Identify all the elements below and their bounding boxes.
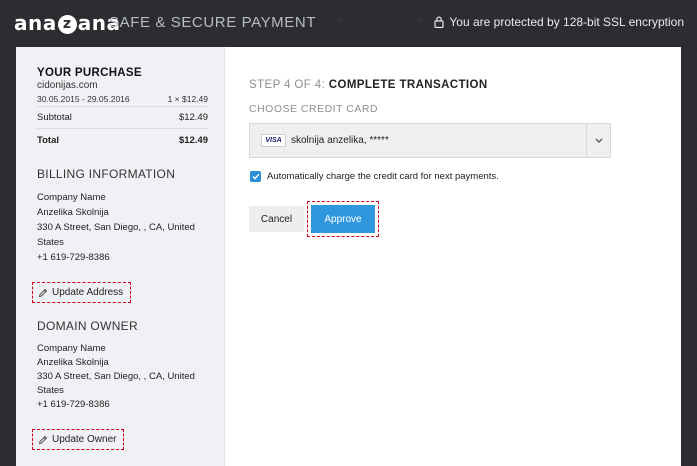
pencil-icon [38, 288, 48, 297]
purchase-title: YOUR PURCHASE [37, 67, 142, 79]
approve-button[interactable]: Approve [311, 205, 375, 233]
step-heading: STEP 4 OF 4: COMPLETE TRANSACTION [249, 79, 488, 91]
subtotal-row: Subtotal $12.49 [37, 107, 208, 129]
step-title: COMPLETE TRANSACTION [328, 79, 488, 91]
credit-card-select[interactable]: VISA skolnija anzelika, ***** [249, 123, 611, 158]
owner-title: DOMAIN OWNER [37, 319, 138, 333]
ssl-notice: You are protected by 128-bit SSL encrypt… [434, 15, 684, 29]
update-address-label: Update Address [52, 287, 124, 298]
logo: ana z ana [14, 11, 121, 35]
total-value: $12.49 [178, 134, 208, 146]
owner-address: 330 A Street, San Diego, , CA, United St… [37, 371, 195, 396]
pencil-icon [38, 435, 48, 444]
subtotal-label: Subtotal [37, 112, 72, 123]
total-label: Total [37, 134, 59, 146]
step-prefix: STEP 4 OF 4: [249, 79, 326, 91]
chevron-down-icon[interactable] [586, 124, 610, 157]
cancel-button[interactable]: Cancel [249, 206, 304, 232]
checkout-card: YOUR PURCHASE cidonijas.com 30.05.2015 -… [16, 47, 681, 466]
purchase-qty-price: 1 × $12.49 [167, 93, 208, 104]
credit-card-value: skolnija anzelika, ***** [291, 135, 389, 146]
billing-title: BILLING INFORMATION [37, 167, 176, 181]
billing-company: Company Name [37, 192, 106, 203]
lock-icon [434, 16, 444, 28]
top-bar: ana z ana SAFE & SECURE PAYMENT You are pr… [0, 0, 697, 46]
owner-phone: +1 619-729-8386 [37, 399, 110, 410]
billing-phone: +1 619-729-8386 [37, 252, 110, 263]
tagline: SAFE & SECURE PAYMENT [109, 14, 317, 31]
owner-address-block: Company Name Anzelika Skolnija 330 A Str… [37, 342, 208, 412]
billing-address-block: Company Name Anzelika Skolnija 330 A Str… [37, 190, 208, 265]
checkmark-icon [251, 173, 260, 180]
choose-card-label: CHOOSE CREDIT CARD [249, 103, 378, 115]
owner-company: Company Name [37, 343, 106, 354]
ssl-text: You are protected by 128-bit SSL encrypt… [449, 15, 684, 29]
update-owner-label: Update Owner [52, 434, 117, 445]
summary-sidebar: YOUR PURCHASE cidonijas.com 30.05.2015 -… [16, 47, 225, 466]
subtotal-value: $12.49 [178, 112, 208, 123]
total-row: Total $12.49 [37, 129, 208, 151]
visa-icon: VISA [261, 134, 286, 147]
purchase-line-item: 30.05.2015 - 29.05.2016 1 × $12.49 [37, 91, 208, 107]
update-address-button[interactable]: Update Address [32, 282, 132, 303]
purchase-domain: cidonijas.com [37, 80, 98, 91]
auto-charge-label: Automatically charge the credit card for… [267, 171, 499, 182]
approve-highlight: Approve [307, 201, 379, 237]
update-owner-button[interactable]: Update Owner [32, 429, 125, 450]
billing-name: Anzelika Skolnija [37, 207, 109, 218]
auto-charge-option: Automatically charge the credit card for… [250, 171, 499, 182]
purchase-dates: 30.05.2015 - 29.05.2016 [37, 93, 130, 104]
owner-name: Anzelika Skolnija [37, 357, 109, 368]
auto-charge-checkbox[interactable] [250, 171, 261, 182]
billing-address: 330 A Street, San Diego, , CA, United St… [37, 222, 195, 248]
